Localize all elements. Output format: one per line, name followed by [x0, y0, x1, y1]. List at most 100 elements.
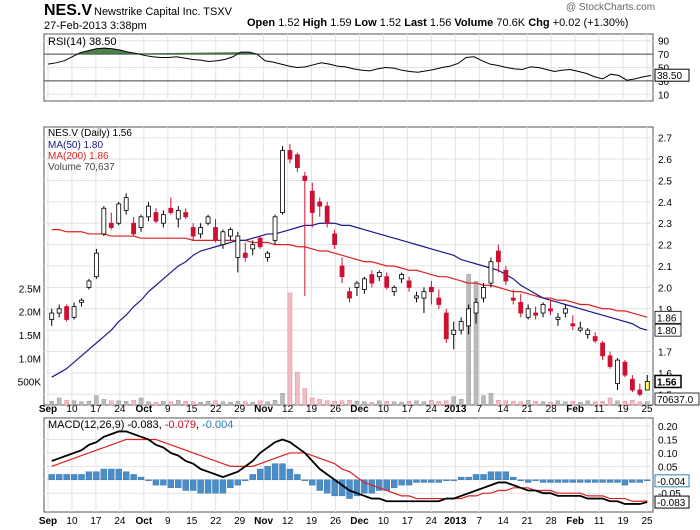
macd-histogram-bar: [234, 479, 242, 486]
candle-body: [533, 312, 539, 316]
x-tick-label: 10: [66, 516, 78, 527]
macd-histogram-bar: [591, 479, 599, 483]
x-tick-label: 7: [476, 516, 482, 527]
candle-body: [49, 312, 55, 320]
macd-histogram-bar: [301, 479, 309, 481]
volume-bar: [176, 400, 181, 406]
candle-body: [458, 321, 464, 331]
macd-histogram-bar: [115, 468, 122, 480]
macd-histogram-bar: [644, 479, 651, 482]
candle-body: [615, 359, 620, 385]
candle-body: [481, 286, 486, 299]
stock-chart: Sep Sep 10 10 17 17 24 24 Oct Oct 9 9 15 15 22 22 29 29 No…: [18, 33, 700, 527]
volume-bar: [540, 401, 546, 406]
price-tick-label: 2.6: [658, 155, 672, 166]
macd-histogram-bar: [264, 466, 271, 480]
volume-bar: [548, 401, 553, 406]
volume-bar: [578, 401, 583, 406]
candle-body: [175, 209, 181, 220]
candle-body: [138, 216, 144, 228]
candle-body: [317, 201, 323, 207]
candle-body: [339, 265, 345, 278]
candle-body: [414, 295, 419, 299]
price-tick-label: 2.3: [658, 219, 672, 230]
candle-body: [443, 312, 449, 340]
x-tick-label: 17: [402, 516, 414, 527]
volume-bar: [458, 399, 464, 406]
candle-body: [79, 299, 84, 303]
candle-body: [570, 323, 576, 327]
volume-bar: [324, 400, 330, 406]
volume-bar: [56, 397, 62, 406]
x-tick-label: 24: [426, 404, 438, 415]
macd-histogram-bar: [532, 479, 539, 481]
volume-bar: [123, 401, 129, 406]
candle-body: [384, 276, 390, 288]
macd-histogram-bar: [85, 471, 93, 480]
macd-legend-part: -0.004: [202, 419, 233, 431]
macd-histogram-bar: [227, 479, 234, 489]
volume-bar: [607, 397, 613, 406]
macd-histogram-bar: [256, 468, 264, 480]
ma50-legend: MA(50) 1.80: [48, 140, 103, 151]
volume-bar: [220, 401, 226, 406]
x-tick-label: 22: [210, 516, 222, 527]
candle-body: [637, 389, 643, 395]
x-tick-label: 12: [282, 516, 294, 527]
x-tick-label: 17: [90, 516, 102, 527]
macd-histogram-bar: [242, 479, 249, 481]
macd-legend-part: -0.079: [165, 419, 196, 431]
candle-body: [510, 297, 516, 301]
macd-histogram-bar: [294, 474, 301, 480]
volume-bar: [86, 401, 92, 406]
macd-legend-part: -0.083: [127, 419, 158, 431]
macd-histogram-bar: [457, 476, 465, 480]
x-tick-label: 7: [476, 404, 482, 415]
volume-bar: [205, 401, 211, 406]
macd-histogram-bar: [472, 474, 480, 480]
macd-histogram-bar: [390, 479, 398, 489]
candle-body: [108, 222, 114, 228]
volume-bar: [257, 400, 263, 406]
candle-body: [451, 329, 457, 335]
candle-body: [436, 297, 442, 305]
macd-tick-label: 0.15: [658, 435, 678, 446]
macd-histogram-bar: [197, 479, 204, 494]
macd-histogram-bar: [413, 479, 420, 483]
volume-bar: [198, 401, 203, 406]
x-tick-label: 28: [546, 404, 558, 415]
x-tick-label: 2013: [444, 516, 467, 527]
candle-body: [644, 381, 650, 391]
candle-body: [428, 286, 434, 293]
candle-body: [71, 306, 77, 318]
volume-bar: [354, 401, 360, 406]
x-tick-label: 19: [617, 404, 629, 415]
candle-body: [250, 244, 256, 250]
volume-bar: [295, 372, 300, 406]
volume-bar: [243, 401, 248, 406]
volume-bar: [518, 401, 523, 406]
price-right-tag-label: 1.86: [657, 313, 677, 324]
volume-tick-label: 1.0M: [19, 354, 41, 365]
x-tick-label: Feb: [566, 516, 584, 527]
x-tick-label: 24: [114, 516, 126, 527]
x-tick-label: Feb: [566, 404, 584, 415]
candle-body: [56, 308, 62, 314]
candle-body: [376, 272, 382, 278]
candle-body: [607, 355, 613, 367]
price-tick-label: 2.7: [658, 134, 672, 145]
macd-histogram-bar: [160, 479, 167, 486]
macd-tick-label: 0.10: [658, 449, 678, 460]
candle-body: [280, 150, 285, 213]
x-tick-label: 11: [594, 404, 605, 415]
volume-bar: [600, 401, 605, 406]
candle-body: [235, 235, 241, 258]
candle-body: [518, 301, 524, 314]
volume-bar: [399, 401, 404, 406]
volume-bar: [347, 400, 352, 406]
candle-body: [466, 308, 472, 327]
volume-bar: [377, 400, 382, 406]
macd-histogram-bar: [212, 479, 219, 494]
candle-body: [406, 280, 412, 288]
macd-histogram-bar: [569, 479, 577, 483]
